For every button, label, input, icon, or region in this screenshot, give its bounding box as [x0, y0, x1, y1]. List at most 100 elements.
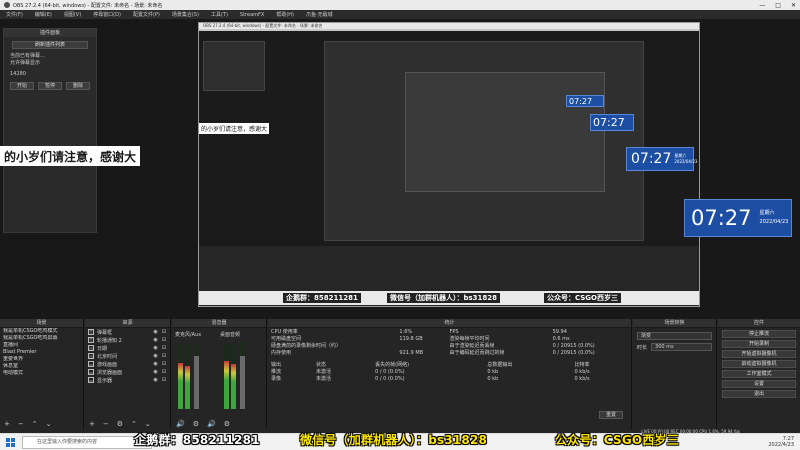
- start-recording-button[interactable]: 开始录制: [722, 340, 796, 348]
- refresh-plugins-button[interactable]: 刷新插件列表: [12, 41, 88, 49]
- clock-date: 2022/04/23: [674, 159, 698, 164]
- lock-icon[interactable]: ⊡: [162, 337, 166, 343]
- menu-file[interactable]: 文件(F): [0, 11, 29, 18]
- menu-edit[interactable]: 编辑(E): [29, 11, 58, 18]
- menu-scene-collection[interactable]: 场景集合(S): [166, 11, 205, 18]
- scene-item[interactable]: 重要世界: [0, 356, 83, 363]
- clock-time: 07:27: [593, 116, 625, 129]
- plugin-text-2: 允许弹幕显示: [10, 60, 41, 66]
- stop-streaming-button[interactable]: 停止推流: [722, 330, 796, 338]
- docks-area: 场景 我是单机CSGO吃鸡模式 我是单机CSGO吃鸡屏幕 直播间 Blast P…: [0, 319, 800, 429]
- add-scene-button[interactable]: +: [4, 420, 10, 428]
- duration-input[interactable]: 300 ms: [651, 343, 712, 351]
- source-type-icon: ▭: [88, 369, 94, 375]
- move-up-icon[interactable]: ⌃: [32, 420, 38, 428]
- eye-icon[interactable]: ◉: [153, 377, 157, 383]
- gear-icon[interactable]: ⚙: [117, 420, 123, 428]
- source-item[interactable]: T 轮播通知 2 ◉ ⊡: [85, 336, 170, 344]
- nested-inner-capture: [324, 41, 644, 241]
- volume-slider[interactable]: [194, 343, 199, 409]
- gear-icon[interactable]: ⚙: [224, 420, 230, 428]
- source-item[interactable]: ◷ 日期 ◉ ⊡: [85, 344, 170, 352]
- audio-meter: [224, 343, 229, 409]
- source-item[interactable]: ▭ 显示器 ◉ ⊡: [85, 376, 170, 384]
- scene-item[interactable]: 我是单机CSGO吃鸡模式: [0, 328, 83, 335]
- source-type-icon: ◷: [88, 345, 94, 351]
- source-item[interactable]: ▭ 游戏画面 ◉ ⊡: [85, 360, 170, 368]
- reset-stats-button[interactable]: 重置: [599, 411, 623, 419]
- remove-source-button[interactable]: −: [103, 420, 109, 428]
- minimize-button[interactable]: —: [759, 2, 765, 9]
- lock-icon[interactable]: ⊡: [162, 369, 166, 375]
- source-label: 弹幕框: [97, 329, 113, 336]
- speaker-icon[interactable]: 🔊: [207, 420, 216, 428]
- output-cell: 未激活: [316, 369, 332, 375]
- scrolling-overlay-text: 的小岁们请注意，感谢大: [0, 146, 141, 166]
- clock-time: 07:27: [569, 96, 593, 106]
- scene-item[interactable]: Blast Premier: [0, 349, 83, 356]
- source-item[interactable]: ▭ 浏览器画面 ◉ ⊡: [85, 368, 170, 376]
- plugin-start-button[interactable]: 开始: [10, 82, 34, 90]
- lock-icon[interactable]: ⊡: [162, 345, 166, 351]
- move-down-icon[interactable]: ⌄: [46, 420, 52, 428]
- stat-value: 0 / 20915 (0.0%): [552, 349, 595, 356]
- menu-view[interactable]: 视图(V): [58, 11, 87, 18]
- source-item[interactable]: T 弹幕框 ◉ ⊡: [85, 328, 170, 336]
- stat-label: 由于渲染延迟而丢帧: [449, 343, 495, 349]
- scene-item[interactable]: 电动模式: [0, 370, 83, 377]
- clock-widget-small: 07:27: [566, 95, 604, 107]
- stat-value: 0.6 ms: [552, 335, 570, 342]
- menu-streamfx[interactable]: StreamFX: [234, 12, 270, 18]
- speaker-icon[interactable]: 🔊: [176, 420, 185, 428]
- studio-mode-button[interactable]: 工作室模式: [722, 370, 796, 378]
- output-header: 状态: [316, 362, 327, 368]
- source-item[interactable]: ◷ 北京时间 ◉ ⊡: [85, 352, 170, 360]
- menu-tools[interactable]: 工具(T): [205, 11, 234, 18]
- eye-icon[interactable]: ◉: [153, 337, 157, 343]
- nested-banner-3: 公众号：CSGO西岁三: [544, 293, 622, 303]
- windows-start-icon[interactable]: [6, 438, 15, 447]
- transition-type-select[interactable]: 渐变: [637, 332, 712, 340]
- plugin-panel: 插件面板 刷新插件列表 当前已有弹幕... 允许弹幕显示 14280 开始 暂停…: [3, 28, 97, 233]
- scene-item[interactable]: 直播间: [0, 342, 83, 349]
- transitions-dock-title: 场景转换: [633, 319, 716, 328]
- taskbar-search-input[interactable]: 在这里输入你要搜索的内容: [22, 436, 152, 449]
- eye-icon[interactable]: ◉: [153, 369, 157, 375]
- menu-extra[interactable]: 爪鱼·无敌城: [300, 11, 339, 18]
- settings-button[interactable]: 设置: [722, 380, 796, 388]
- clock-day: 星期六: [759, 210, 775, 216]
- eye-icon[interactable]: ◉: [153, 353, 157, 359]
- move-up-icon[interactable]: ⌃: [131, 420, 137, 428]
- scene-item[interactable]: 我是单机CSGO吃鸡屏幕: [0, 335, 83, 342]
- plugin-delete-button[interactable]: 删除: [66, 82, 90, 90]
- eye-icon[interactable]: ◉: [153, 361, 157, 367]
- source-type-icon: T: [88, 337, 94, 343]
- lock-icon[interactable]: ⊡: [162, 377, 166, 383]
- menu-docks[interactable]: 停靠窗口(D): [87, 11, 127, 18]
- exit-button[interactable]: 退出: [722, 390, 796, 398]
- maximize-button[interactable]: □: [775, 2, 781, 9]
- scene-item[interactable]: 休息室: [0, 363, 83, 370]
- source-label: 轮播通知 2: [97, 337, 122, 344]
- start-virtual-camera-button[interactable]: 开始虚拟摄像机: [722, 350, 796, 358]
- audio-meter: [185, 343, 190, 409]
- close-button[interactable]: ✕: [791, 2, 796, 9]
- system-tray-clock[interactable]: 7:27 2022/4/23: [768, 436, 794, 448]
- plugin-pause-button[interactable]: 暂停: [38, 82, 62, 90]
- add-source-button[interactable]: +: [89, 420, 95, 428]
- sources-dock-title: 来源: [85, 319, 170, 328]
- volume-slider[interactable]: [240, 343, 245, 409]
- output-cell: 0 kb: [487, 368, 499, 375]
- launch-virtual-camera-button[interactable]: 启动虚拟摄像机: [722, 360, 796, 368]
- gear-icon[interactable]: ⚙: [193, 420, 199, 428]
- lock-icon[interactable]: ⊡: [162, 329, 166, 335]
- move-down-icon[interactable]: ⌄: [145, 420, 151, 428]
- remove-scene-button[interactable]: −: [18, 420, 24, 428]
- lock-icon[interactable]: ⊡: [162, 361, 166, 367]
- eye-icon[interactable]: ◉: [153, 345, 157, 351]
- stat-label: 由于编码延迟而跳过的帧: [449, 350, 505, 356]
- lock-icon[interactable]: ⊡: [162, 353, 166, 359]
- menu-help[interactable]: 帮助(H): [270, 11, 300, 18]
- menu-profile[interactable]: 配置文件(P): [127, 11, 166, 18]
- eye-icon[interactable]: ◉: [153, 329, 157, 335]
